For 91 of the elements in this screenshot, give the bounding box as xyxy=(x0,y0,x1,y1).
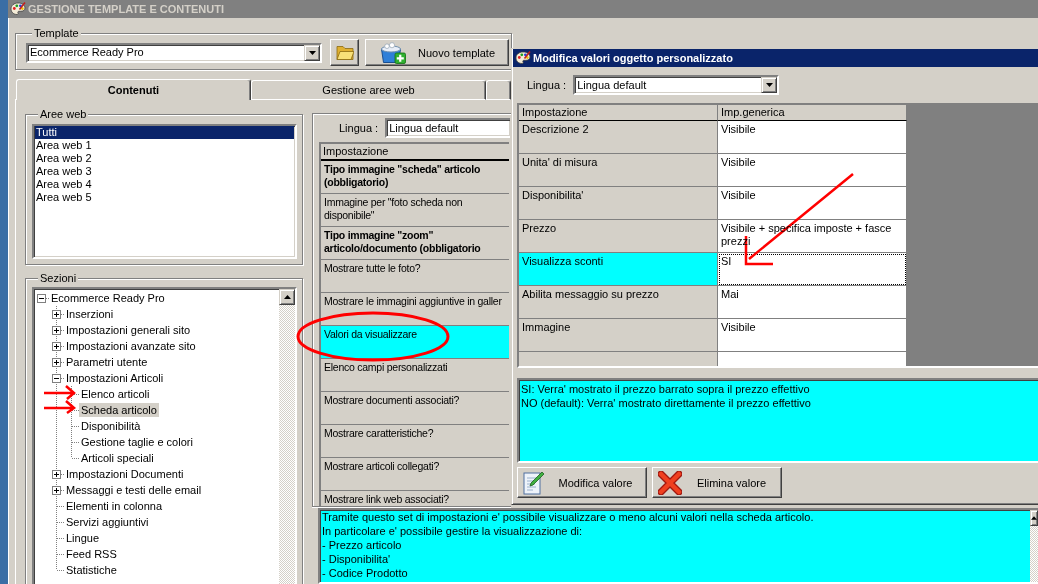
column-header: Imp.generica xyxy=(718,105,907,121)
template-select[interactable]: Ecommerce Ready Pro xyxy=(26,42,322,63)
dropdown-button[interactable] xyxy=(761,77,778,93)
tree-item[interactable]: Lingue xyxy=(64,531,102,545)
description-text: - Prezzo articolo xyxy=(322,538,403,552)
tab[interactable] xyxy=(486,80,511,100)
tree-item[interactable]: Disponibilità xyxy=(79,419,143,433)
tree-item[interactable]: Inserzioni xyxy=(64,307,116,321)
tree-item[interactable]: Scheda articolo xyxy=(79,403,159,417)
language-select[interactable]: Lingua default xyxy=(385,118,511,138)
annotation-arrow xyxy=(42,384,76,401)
plus-box-icon[interactable] xyxy=(52,310,61,319)
language-label: Lingua : xyxy=(527,78,567,92)
folder-icon xyxy=(335,45,354,60)
tab[interactable]: Gestione aree web xyxy=(251,80,486,100)
tree-item[interactable]: Elementi in colonna xyxy=(64,499,164,513)
caret-icon xyxy=(765,83,773,87)
scrollbar[interactable] xyxy=(279,289,295,584)
tree-item[interactable]: Parametri utente xyxy=(64,355,150,369)
caret-icon xyxy=(1031,516,1037,520)
scrollbar[interactable] xyxy=(1030,510,1038,582)
group-title: Aree web xyxy=(38,108,89,121)
palette-icon xyxy=(515,50,531,66)
help-text: NO (default): Verra' mostrato direttamente il prezzo effettivo xyxy=(521,396,812,410)
tree-item[interactable]: Impostazioni Documenti xyxy=(64,467,186,481)
group-title: Sezioni xyxy=(38,272,79,285)
caret-icon xyxy=(283,295,291,299)
language-select[interactable]: Lingua default xyxy=(573,75,780,95)
folder-button[interactable] xyxy=(330,39,359,66)
value-cell[interactable]: Visibile xyxy=(718,154,907,187)
annotation-arrow xyxy=(42,399,76,415)
plus-box-icon[interactable] xyxy=(52,358,61,367)
tree-item[interactable]: Statistiche xyxy=(64,563,119,577)
tree-item[interactable]: Impostazioni Articoli xyxy=(64,371,166,385)
column-header: Impostazione xyxy=(321,144,509,161)
caret-icon xyxy=(308,50,316,55)
scroll-up-button[interactable] xyxy=(279,289,295,305)
value-cell[interactable]: Mai xyxy=(718,286,907,319)
language-label: Lingua : xyxy=(339,121,379,135)
plus-box-icon[interactable] xyxy=(52,470,61,479)
description-text: Tramite questo set di impostazioni e' possibile visualizzare o meno alcuni valori nella scheda articolo. xyxy=(322,510,815,524)
help-text: SI: Verra' mostrato il prezzo barrato sopra il prezzo effettivo xyxy=(521,382,811,396)
list-item[interactable]: Area web 1 xyxy=(35,139,294,152)
tree-item[interactable]: Messaggi e testi delle email xyxy=(64,483,204,497)
tree-item[interactable]: Impostazioni avanzate sito xyxy=(64,339,198,353)
setting-cell[interactable]: Valori da visualizzare xyxy=(321,326,509,359)
plus-box-icon[interactable] xyxy=(52,486,61,495)
list-item[interactable]: Area web 5 xyxy=(35,191,294,204)
new-template-button[interactable]: Nuovo template xyxy=(365,39,509,66)
description-text: In particolare e' possibile gestire la visualizzazione di: xyxy=(322,524,584,538)
setting-cell[interactable]: Immagine xyxy=(519,319,718,352)
dropdown-button[interactable] xyxy=(304,44,320,61)
list-item[interactable]: Area web 3 xyxy=(35,165,294,178)
description-text: - Disponibilita' xyxy=(322,552,392,566)
window-title: GESTIONE TEMPLATE E CONTENUTI xyxy=(28,2,224,16)
list-item[interactable]: Area web 2 xyxy=(35,152,294,165)
document-pencil-icon xyxy=(523,469,545,496)
tree-item[interactable]: Articoli speciali xyxy=(79,451,156,465)
scroll-up-button[interactable] xyxy=(1030,510,1038,526)
tree-item[interactable]: Ecommerce Ready Pro xyxy=(49,291,167,305)
value-cell[interactable]: Visibile xyxy=(718,121,907,154)
window-title: Modifica valori oggetto personalizzato xyxy=(533,51,733,65)
setting-cell[interactable]: Abilita messaggio su prezzo xyxy=(519,286,718,319)
value-cell[interactable]: Visibile xyxy=(718,319,907,352)
tree-item[interactable]: Impostazioni generali sito xyxy=(64,323,193,337)
description-text: - Codice Prodotto xyxy=(322,566,409,580)
minus-box-icon[interactable] xyxy=(52,374,61,383)
setting-cell[interactable]: Visualizza sconti xyxy=(519,253,718,286)
edit-value-button[interactable]: Modifica valore xyxy=(517,467,647,498)
box-plus-icon xyxy=(380,41,406,64)
tab[interactable]: Contenuti xyxy=(16,79,251,100)
minus-box-icon[interactable] xyxy=(37,294,46,303)
value-cell[interactable]: SI xyxy=(718,253,907,286)
value-cell[interactable]: Visibile xyxy=(718,187,907,220)
group-title: Template xyxy=(32,27,81,40)
plus-box-icon[interactable] xyxy=(52,326,61,335)
tree-item[interactable]: Gestione taglie e colori xyxy=(79,435,195,449)
setting-cell[interactable]: Descrizione 2 xyxy=(519,121,718,154)
delete-value-button[interactable]: Elimina valore xyxy=(652,467,782,498)
column-header: Impostazione xyxy=(519,105,718,121)
cross-icon xyxy=(658,470,682,495)
list-item[interactable]: Tutti xyxy=(35,126,294,139)
setting-cell[interactable]: Disponibilita' xyxy=(519,187,718,220)
plus-box-icon[interactable] xyxy=(52,342,61,351)
tree-item[interactable]: Feed RSS xyxy=(64,547,119,561)
tree-item[interactable]: Servizi aggiuntivi xyxy=(64,515,151,529)
tree-item[interactable]: Elenco articoli xyxy=(79,387,152,401)
setting-cell[interactable]: Prezzo xyxy=(519,220,718,253)
setting-cell[interactable]: Unita' di misura xyxy=(519,154,718,187)
list-item[interactable]: Area web 4 xyxy=(35,178,294,191)
palette-icon xyxy=(10,1,26,17)
